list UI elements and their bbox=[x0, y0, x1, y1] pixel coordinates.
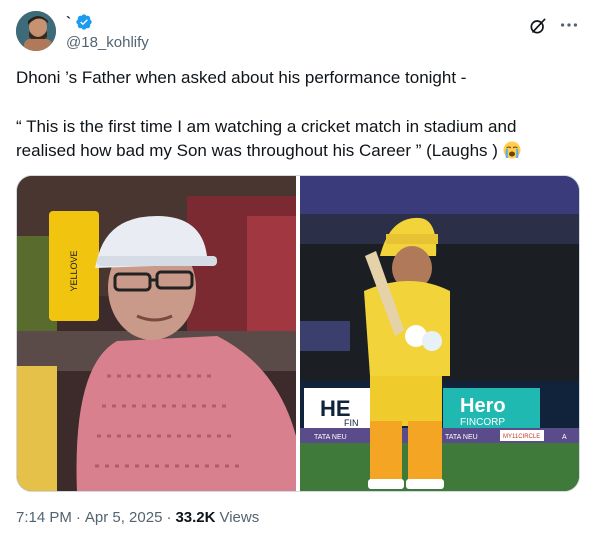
board-fincorp-text: FINCORP bbox=[460, 417, 505, 428]
crying-face-icon bbox=[503, 141, 521, 159]
tweet-meta: 7:14 PM · Apr 5, 2025 · 33.2K Views bbox=[16, 509, 259, 526]
meta-separator: · bbox=[75, 509, 81, 526]
tweet-media[interactable]: YELLOVE HE FIN Hero FINCORP TATA NEU TAT… bbox=[16, 175, 580, 492]
photo-dhoni-father[interactable]: YELLOVE bbox=[17, 176, 296, 492]
meta-separator: · bbox=[166, 509, 172, 526]
more-icon[interactable] bbox=[558, 14, 580, 36]
tweet-text-line: Dhoni ’s Father when asked about his per… bbox=[16, 68, 467, 87]
grok-icon[interactable] bbox=[528, 16, 548, 36]
tweet-card: ` @18_kohlify Dhoni ’s Father when asked… bbox=[0, 0, 590, 544]
photo-dhoni-batting[interactable]: HE FIN Hero FINCORP TATA NEU TATA NEU MY… bbox=[300, 176, 580, 492]
name-row: ` bbox=[66, 13, 93, 31]
board-my11circle-text: MY11CIRCLE bbox=[503, 434, 540, 440]
banner-yellove-text: YELLOVE bbox=[69, 250, 79, 291]
verified-badge-icon bbox=[76, 14, 92, 30]
board-tata-mid-text: TATA NEU bbox=[445, 434, 478, 441]
tweet-quote-text: “ This is the first time I am watching a… bbox=[16, 117, 517, 160]
board-fin-left-text: FIN bbox=[344, 418, 359, 428]
avatar[interactable] bbox=[16, 11, 56, 51]
tweet-time[interactable]: 7:14 PM bbox=[16, 509, 72, 526]
board-hero-text: Hero bbox=[460, 395, 506, 417]
tweet-date[interactable]: Apr 5, 2025 bbox=[85, 509, 163, 526]
board-tata-left-text: TATA NEU bbox=[314, 434, 347, 441]
tweet-header: ` @18_kohlify bbox=[16, 11, 582, 55]
tweet-quote: “ This is the first time I am watching a… bbox=[16, 115, 572, 163]
user-handle[interactable]: @18_kohlify bbox=[66, 34, 149, 51]
views-count[interactable]: 33.2K bbox=[175, 509, 215, 526]
views-label: Views bbox=[219, 509, 260, 526]
display-name[interactable]: ` bbox=[66, 14, 71, 31]
board-a-text: A bbox=[562, 434, 567, 441]
